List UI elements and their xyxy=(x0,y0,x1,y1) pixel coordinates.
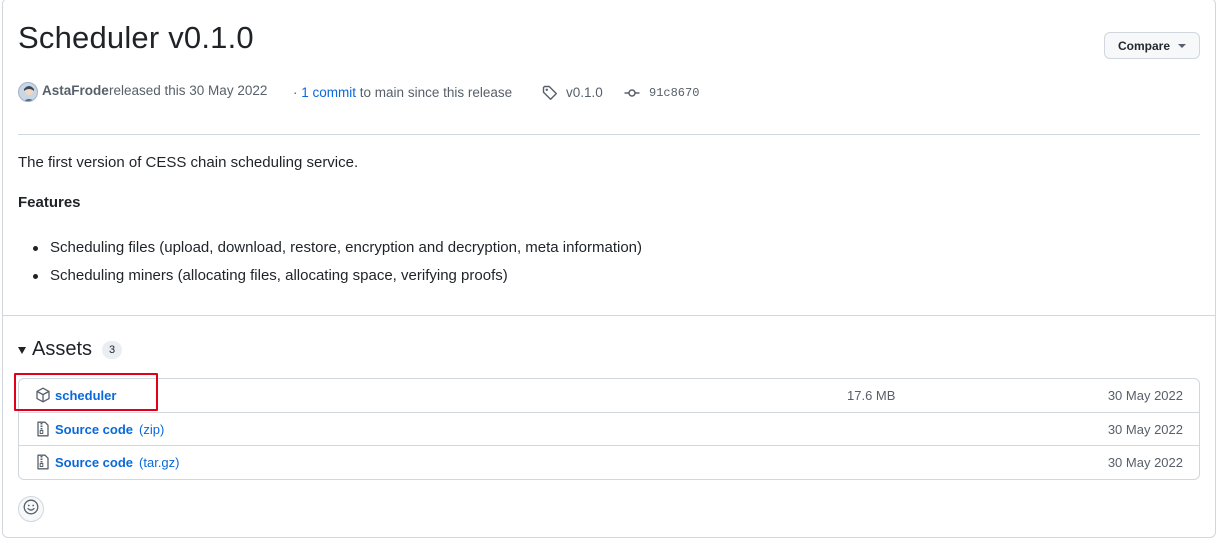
asset-name: Source code xyxy=(55,422,134,437)
file-zip-icon xyxy=(35,454,51,470)
commits-info: · 1 commit to main since this release xyxy=(293,84,512,102)
compare-button[interactable]: Compare xyxy=(1104,32,1200,59)
assets-heading: Assets xyxy=(32,338,93,360)
commit-sha-link[interactable]: 91c8670 xyxy=(649,84,699,102)
asset-date: 30 May 2022 xyxy=(1107,422,1183,437)
commit-count-link[interactable]: 1 commit xyxy=(301,85,356,100)
compare-label: Compare xyxy=(1117,38,1170,53)
asset-ext: (zip) xyxy=(139,422,165,437)
asset-date: 30 May 2022 xyxy=(1107,388,1183,403)
assets-toggle[interactable]: Assets 3 xyxy=(18,338,123,361)
assets-count-badge: 3 xyxy=(102,340,123,359)
asset-ext: (tar.gz) xyxy=(139,455,180,470)
highlight-box xyxy=(14,373,158,411)
chevron-down-icon xyxy=(1178,43,1186,48)
release-description: The first version of CESS chain scheduli… xyxy=(18,154,359,171)
list-item: Scheduling miners (allocating files, all… xyxy=(18,262,642,290)
asset-date: 30 May 2022 xyxy=(1107,455,1183,470)
list-item: Scheduling files (upload, download, rest… xyxy=(18,234,642,262)
commit-suffix: to main since this release xyxy=(359,85,513,100)
divider xyxy=(18,134,1200,135)
asset-row: Source code (zip) 30 May 2022 xyxy=(19,412,1199,445)
divider xyxy=(2,315,1216,316)
release-title: Scheduler v0.1.0 xyxy=(18,20,254,55)
tag-icon xyxy=(542,85,558,106)
assets-list: scheduler 17.6 MB 30 May 2022 Source cod… xyxy=(18,378,1200,480)
released-text: released this 30 May 2022 xyxy=(109,83,268,98)
asset-size: 17.6 MB xyxy=(847,388,896,403)
commit-separator: · xyxy=(293,85,298,100)
asset-row: scheduler 17.6 MB 30 May 2022 xyxy=(19,379,1199,412)
smiley-icon xyxy=(23,499,39,520)
asset-name: Source code xyxy=(55,455,134,470)
features-list: Scheduling files (upload, download, rest… xyxy=(18,234,642,290)
features-heading: Features xyxy=(18,194,81,211)
add-reaction-button[interactable] xyxy=(18,496,44,522)
asset-link-source-zip[interactable]: Source code (zip) xyxy=(55,422,164,437)
triangle-down-icon xyxy=(18,347,26,354)
avatar[interactable] xyxy=(18,82,38,102)
author-link[interactable]: AstaFrode xyxy=(42,82,109,100)
git-commit-icon xyxy=(624,85,640,106)
tag-link[interactable]: v0.1.0 xyxy=(566,84,603,102)
asset-link-source-targz[interactable]: Source code (tar.gz) xyxy=(55,455,180,470)
asset-row: Source code (tar.gz) 30 May 2022 xyxy=(19,445,1199,478)
file-zip-icon xyxy=(35,421,51,437)
